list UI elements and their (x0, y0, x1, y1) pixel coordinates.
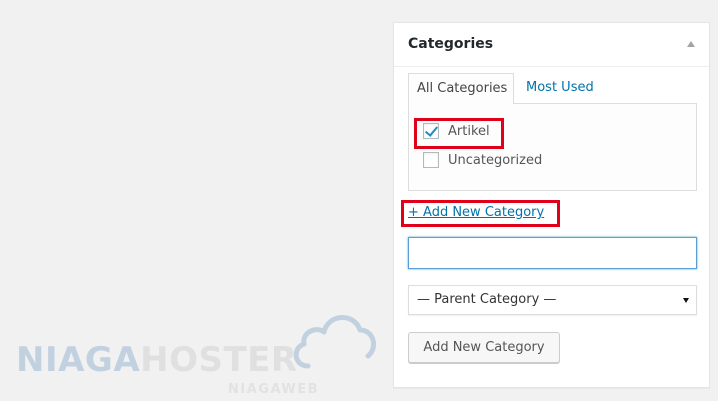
add-new-category-button[interactable]: Add New Category (408, 332, 560, 363)
metabox-header[interactable]: Categories (394, 23, 709, 67)
cloud-logo-icon (293, 315, 377, 369)
parent-select-value: — Parent Category — (417, 292, 557, 307)
watermark-brand-part2: HOSTER (140, 340, 298, 380)
niagahoster-watermark: NIAGAHOSTER NIAGAWEB (6, 300, 386, 400)
dropdown-caret-icon (683, 298, 689, 303)
uncategorized-checkbox[interactable] (423, 152, 439, 168)
watermark-sub: NIAGAWEB (228, 382, 320, 397)
new-category-input[interactable] (408, 237, 697, 269)
category-item-uncategorized[interactable]: Uncategorized (423, 151, 542, 169)
categories-metabox: Categories All Categories Most Used Arti… (393, 22, 710, 388)
tab-all-categories[interactable]: All Categories (408, 73, 514, 104)
watermark-brand-part1: NIAGA (16, 340, 141, 380)
highlight-box-artikel (414, 118, 504, 149)
category-label: Uncategorized (448, 152, 543, 168)
collapse-toggle-icon[interactable] (687, 41, 695, 47)
parent-category-select[interactable]: — Parent Category — (408, 285, 697, 315)
tab-most-used[interactable]: Most Used (526, 80, 594, 95)
metabox-title: Categories (408, 36, 494, 52)
watermark-brand: NIAGAHOSTER (16, 340, 298, 380)
highlight-box-add-link (401, 200, 560, 227)
